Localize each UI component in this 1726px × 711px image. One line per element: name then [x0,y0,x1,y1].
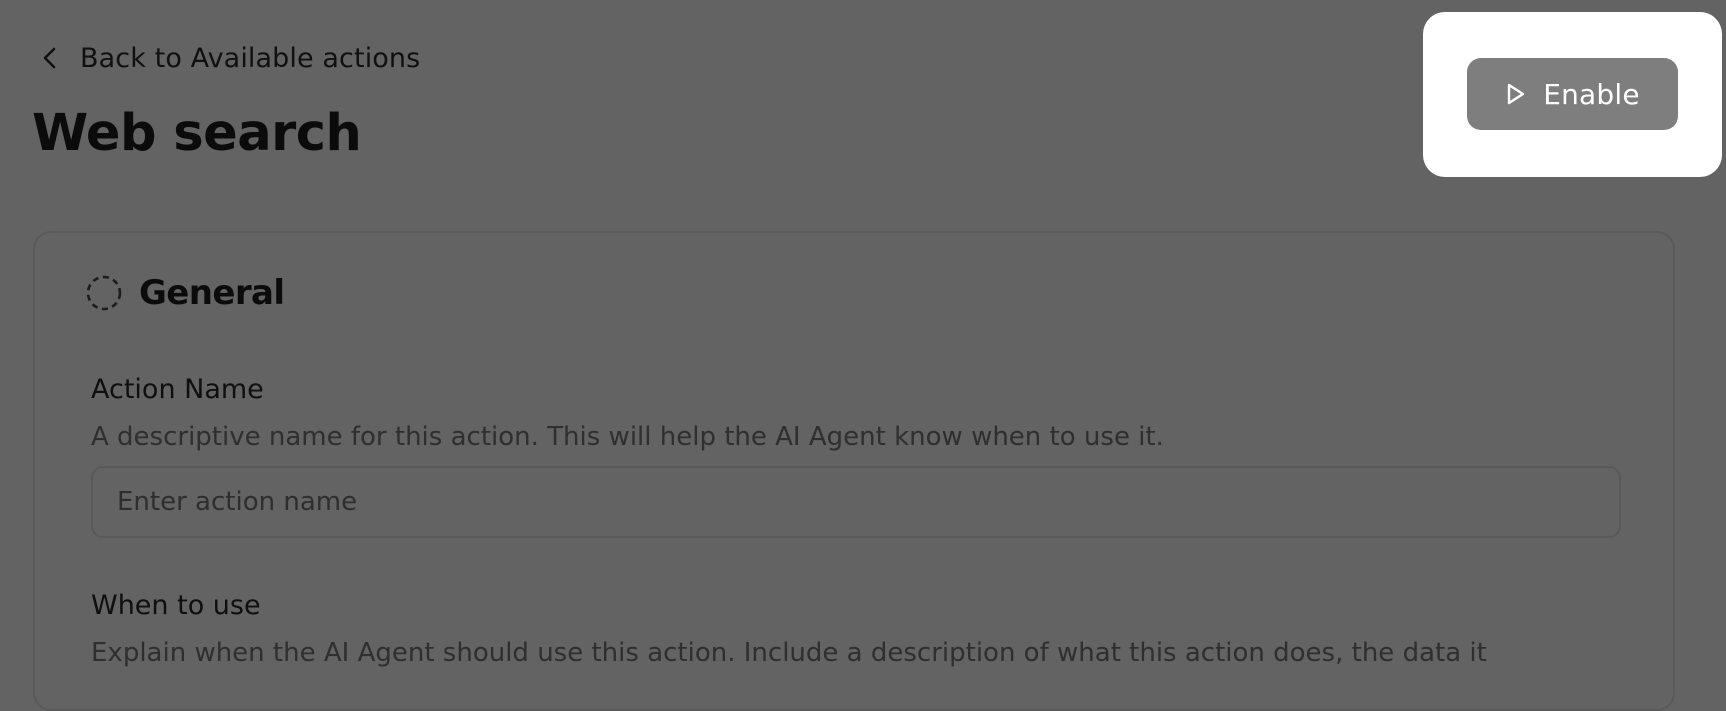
page-title: Web search [32,104,362,163]
action-name-help-text: A descriptive name for this action. This… [91,422,1164,452]
general-section-header: General [85,273,285,313]
action-name-field: Action Name A descriptive name for this … [91,373,1621,538]
when-to-use-field: When to use Explain when the AI Agent sh… [91,589,1487,670]
when-to-use-help-text: Explain when the AI Agent should use thi… [91,638,1487,668]
enable-button-label: Enable [1543,77,1640,111]
action-name-label: Action Name [91,374,264,405]
enable-button[interactable]: Enable [1467,58,1678,130]
section-title: General [139,273,285,313]
action-name-input[interactable] [91,466,1621,538]
general-section-card: General Action Name A descriptive name f… [33,231,1675,711]
play-icon [1505,82,1527,106]
back-to-available-actions-link[interactable]: Back to Available actions [36,38,420,78]
dashed-circle-icon [85,274,123,312]
chevron-left-icon [36,44,64,72]
back-link-label: Back to Available actions [80,42,421,74]
when-to-use-label: When to use [91,590,261,621]
enable-button-spotlight: Enable [1423,12,1722,177]
